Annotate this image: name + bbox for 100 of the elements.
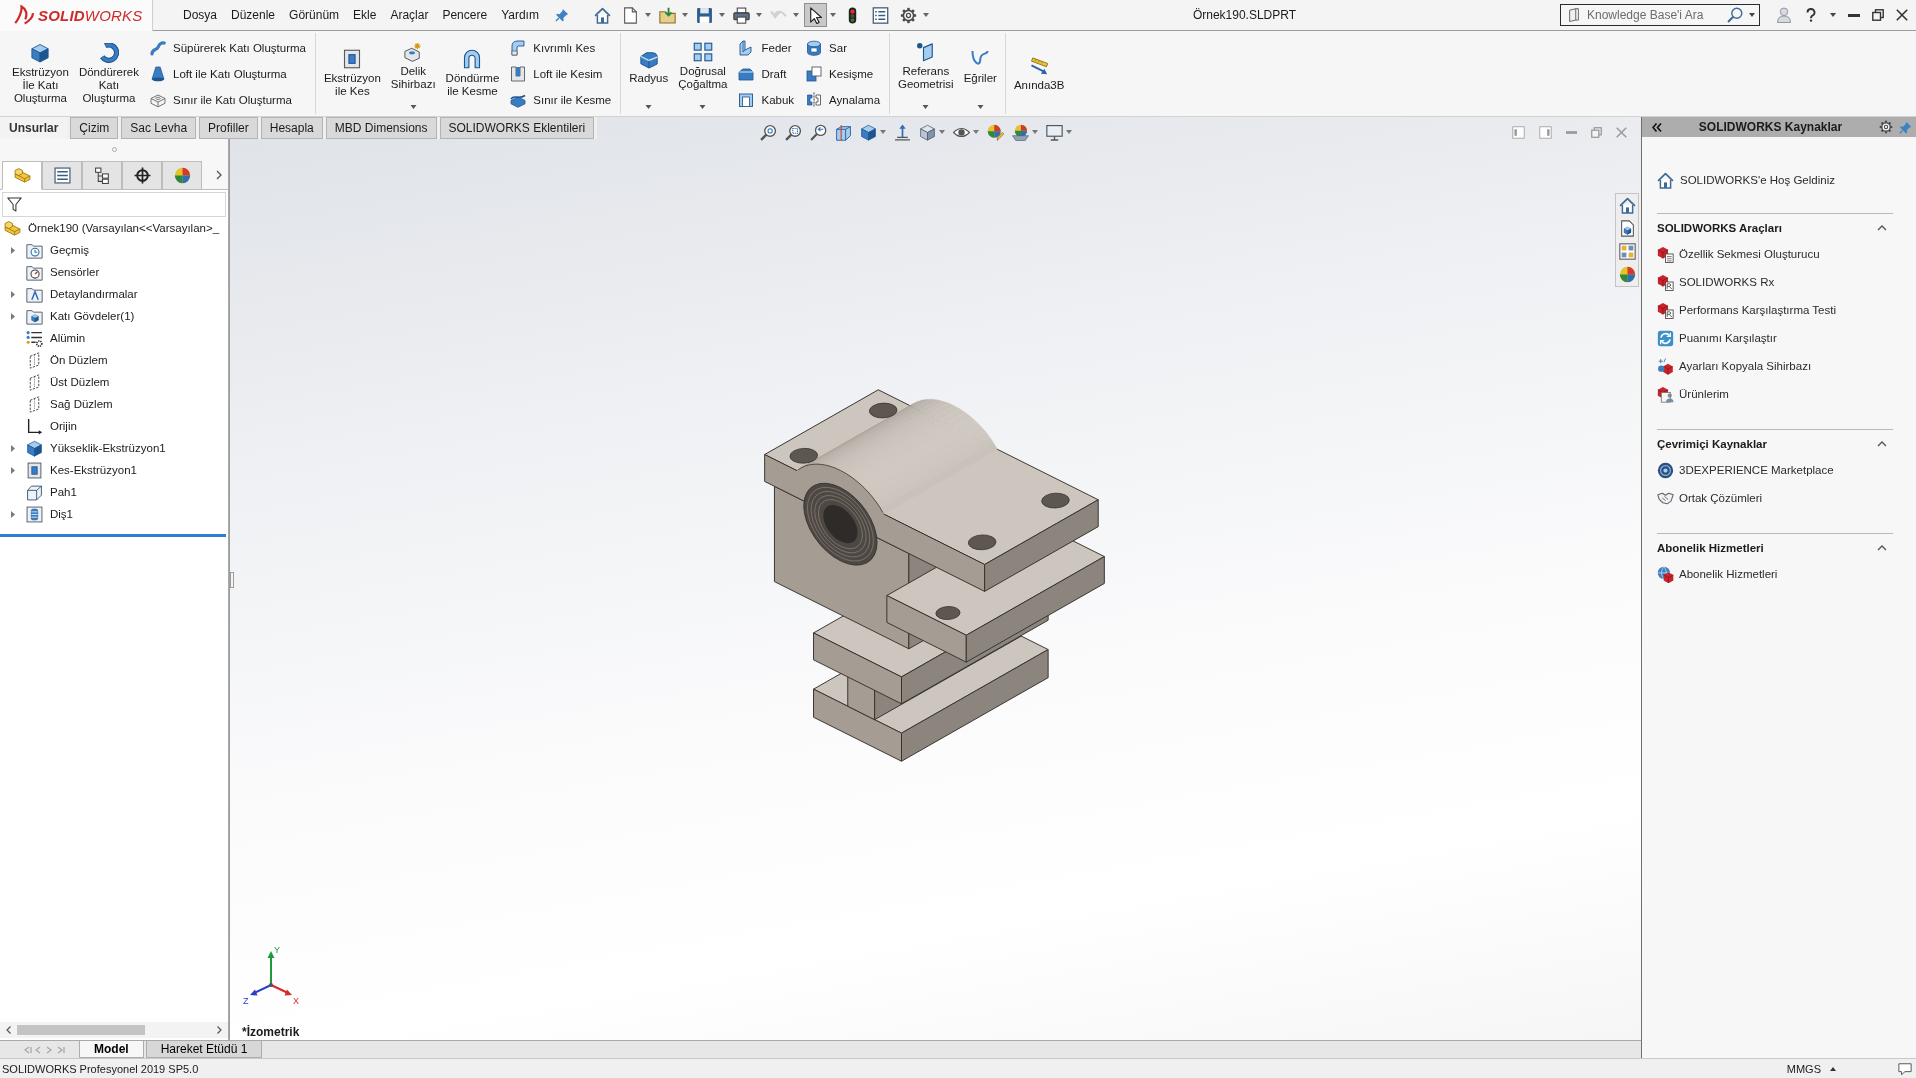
chevron-up-icon[interactable] (1877, 225, 1887, 231)
resource-link[interactable]: SOLIDWORKS Rx (1679, 276, 1775, 288)
quartered-ball-icon[interactable] (1618, 266, 1636, 283)
splitter-handle[interactable] (230, 572, 234, 588)
user-icon[interactable] (1776, 7, 1792, 23)
ribbon-button[interactable]: Sınır ile Kesme (507, 87, 615, 112)
search-input[interactable]: Knowledge Base'i Ara (1587, 6, 1721, 24)
ribbon-button[interactable]: Anında3B (1009, 33, 1069, 114)
ribbon-button[interactable]: Doğrusal Çoğaltma (674, 33, 732, 100)
chevron-up-icon[interactable] (1877, 441, 1887, 447)
resource-link[interactable]: Abonelik Hizmetleri (1679, 568, 1778, 580)
feature-label[interactable]: Alümin (50, 332, 86, 344)
ribbon-button[interactable]: Döndürme ile Kesme (441, 33, 504, 114)
caret-icon[interactable] (1830, 13, 1836, 17)
feature-label[interactable]: Geçmiş (50, 244, 89, 256)
feature-label[interactable]: Detaylandırmalar (50, 288, 138, 300)
double-chevron-left-icon[interactable] (1652, 122, 1662, 132)
menu-item[interactable]: Ekle (347, 5, 383, 25)
horizontal-scrollbar[interactable] (0, 1022, 228, 1038)
feature-label[interactable]: Sağ Düzlem (50, 398, 113, 410)
feature-label[interactable]: Sensörler (50, 266, 100, 278)
restore-icon[interactable] (1872, 9, 1884, 21)
house-icon[interactable] (1618, 197, 1636, 214)
gallery-icon[interactable] (1618, 243, 1636, 260)
shaded-cube-icon[interactable] (919, 123, 936, 141)
menu-item[interactable]: Yardım (495, 5, 545, 25)
sliced-cube-icon[interactable] (835, 123, 852, 141)
speech-bubble-icon[interactable] (1898, 1061, 1912, 1076)
ribbon-button[interactable]: Kesişme (803, 61, 884, 86)
filter-field[interactable] (2, 192, 226, 217)
magnifier-icon[interactable] (760, 123, 777, 141)
ribbon-button[interactable]: Loft ile Katı Oluşturma (147, 61, 309, 86)
caret-icon[interactable] (829, 13, 836, 17)
command-tab[interactable]: SOLIDWORKS Eklentileri (439, 117, 595, 139)
ribbon-button[interactable]: Delik Sihirbazı (386, 33, 440, 100)
command-tab[interactable]: Çizim (70, 117, 119, 139)
ribbon-button[interactable]: Loft ile Kesim (507, 61, 615, 86)
caret-icon[interactable] (922, 105, 930, 109)
caret-icon[interactable] (718, 13, 725, 17)
feature-label[interactable]: Üst Düzlem (50, 376, 110, 388)
ribbon-button[interactable]: Kabuk (735, 87, 798, 112)
caret-icon[interactable] (699, 105, 707, 109)
ribbon-button[interactable]: Referans Geometrisi (894, 33, 958, 100)
command-tab[interactable]: MBD Dimensions (325, 117, 437, 139)
close-icon[interactable] (1896, 9, 1908, 21)
resource-link[interactable]: Özellik Sekmesi Oluşturucu (1679, 248, 1820, 260)
ribbon-button[interactable]: Süpürerek Katı Oluşturma (147, 35, 309, 60)
command-tab[interactable]: Profiller (199, 117, 258, 139)
search-icon[interactable] (1727, 7, 1743, 23)
caret-icon[interactable] (755, 13, 762, 17)
resource-link[interactable]: 3DEXPERIENCE Marketplace (1679, 464, 1834, 476)
feature-label[interactable]: Ön Düzlem (50, 354, 108, 366)
caret-icon[interactable] (644, 13, 651, 17)
ribbon-button[interactable]: Sınır ile Katı Oluşturma (147, 87, 309, 112)
gear-icon[interactable] (1879, 120, 1893, 134)
feature-label[interactable]: Pah1 (50, 486, 77, 498)
search-field[interactable]: Knowledge Base'i Ara (1560, 4, 1760, 26)
scrollbar-thumb[interactable] (17, 1025, 145, 1035)
ribbon-button[interactable]: Ekstrüzyon ile Kes (319, 33, 385, 114)
caret-icon[interactable] (645, 105, 653, 109)
toolbar-button[interactable] (803, 3, 827, 27)
caret-icon[interactable] (1749, 13, 1755, 17)
resource-link[interactable]: Performans Karşılaştırma Testi (1679, 304, 1836, 316)
ribbon-button[interactable]: Ekstrüzyon İle Katı Oluşturma (8, 33, 73, 114)
grip-dot-icon[interactable] (111, 147, 117, 152)
monitor-icon[interactable] (1046, 123, 1063, 141)
command-tab[interactable]: Sac Levha (121, 117, 197, 139)
feature-label[interactable]: Örnek190 (Varsayılan<<Varsayılan>_ (28, 222, 220, 234)
model-tab[interactable]: Model (79, 1041, 144, 1058)
expand-arrow-icon[interactable] (11, 290, 15, 298)
house-icon[interactable] (1657, 171, 1674, 189)
panel-right-icon[interactable] (1539, 125, 1552, 139)
ribbon-button[interactable]: Radyus (625, 33, 673, 100)
ribbon-button[interactable]: Döndürerek Katı Oluşturma (74, 33, 143, 114)
expand-arrow-icon[interactable] (11, 312, 15, 320)
feature-label[interactable]: Yükseklik-Ekstrüzyon1 (50, 442, 166, 454)
menu-item[interactable]: Araçlar (384, 5, 435, 25)
ribbon-button[interactable]: Draft (735, 61, 798, 86)
resource-link[interactable]: SOLIDWORKS'e Hoş Geldiniz (1680, 174, 1835, 186)
menu-item[interactable]: Düzenle (225, 5, 282, 25)
model-tab[interactable]: Hareket Etüdü 1 (145, 1041, 263, 1058)
axis-arrow-icon[interactable] (894, 123, 911, 141)
panel-tab[interactable] (82, 161, 122, 190)
ribbon-button[interactable]: Kıvrımlı Kes (507, 35, 615, 60)
caret-icon[interactable] (922, 13, 929, 17)
expand-arrow-icon[interactable] (11, 466, 15, 474)
chevron-right-icon[interactable] (216, 169, 222, 180)
panel-tab[interactable] (42, 161, 82, 190)
unit-system[interactable]: MMGS (1786, 1062, 1821, 1075)
expand-arrow-icon[interactable] (11, 444, 15, 452)
panel-left-icon[interactable] (1512, 125, 1525, 139)
caret-icon[interactable] (681, 13, 688, 17)
chevron-left-icon[interactable] (6, 1026, 11, 1034)
caret-icon[interactable] (976, 105, 984, 109)
feature-label[interactable]: Kes-Ekstrüzyon1 (50, 464, 137, 476)
ribbon-button[interactable]: Aynalama (803, 87, 884, 112)
resource-link[interactable]: Ürünlerim (1679, 388, 1729, 400)
menu-item[interactable]: Pencere (436, 5, 494, 25)
feature-label[interactable]: Diş1 (50, 508, 73, 520)
ribbon-button[interactable]: Sar (803, 35, 884, 60)
